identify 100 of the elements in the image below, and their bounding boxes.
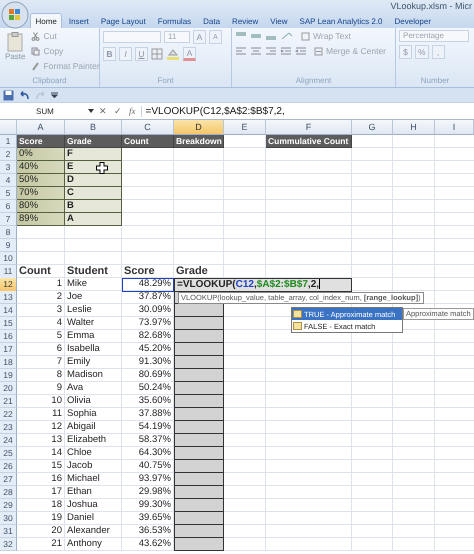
- row-header[interactable]: 10: [0, 252, 17, 265]
- row-header[interactable]: 32: [0, 538, 17, 551]
- ribbon-tab[interactable]: View: [264, 13, 293, 28]
- row-header[interactable]: 30: [0, 512, 17, 525]
- row-header[interactable]: 14: [0, 304, 17, 317]
- row-header[interactable]: 20: [0, 382, 17, 395]
- table-cell-text: 15: [50, 460, 63, 473]
- column-header[interactable]: G: [352, 120, 393, 135]
- row-header[interactable]: 29: [0, 499, 17, 512]
- table-cell: B: [65, 200, 122, 213]
- align-icon[interactable]: [250, 46, 262, 56]
- row-header[interactable]: 21: [0, 395, 17, 408]
- align-icon[interactable]: [265, 46, 277, 56]
- cancel-button[interactable]: ✕: [97, 106, 109, 116]
- formula-cell[interactable]: =VLOOKUP(C12,$A$2:$B$7,2,: [174, 278, 352, 292]
- table-cell-text: 91.30%: [138, 356, 172, 369]
- dropdown-icon[interactable]: [88, 109, 94, 113]
- column-title: Grade: [175, 265, 209, 279]
- shaded-cell: [174, 512, 224, 525]
- group-label: Alignment: [294, 76, 332, 87]
- table-cell-text: Leslie: [66, 304, 93, 317]
- column-header[interactable]: A: [17, 120, 65, 135]
- shaded-cell: [174, 460, 224, 473]
- table-cell-text: Anthony: [66, 538, 103, 551]
- office-button[interactable]: [1, 1, 29, 29]
- ribbon-tab[interactable]: Page Layout: [95, 13, 152, 28]
- row-header[interactable]: 11: [0, 265, 17, 279]
- row-header[interactable]: 15: [0, 317, 17, 330]
- row-header[interactable]: 28: [0, 486, 17, 499]
- table-cell: C: [65, 187, 122, 200]
- borders-icon[interactable]: [151, 48, 163, 60]
- column-header[interactable]: F: [266, 120, 352, 135]
- row-header[interactable]: 5: [0, 187, 17, 200]
- table-cell-text: 1: [56, 278, 63, 291]
- row-header[interactable]: 27: [0, 473, 17, 486]
- row-header[interactable]: 1: [0, 135, 17, 148]
- row-header[interactable]: 26: [0, 460, 17, 473]
- row-header[interactable]: 7: [0, 213, 17, 226]
- save-icon[interactable]: [3, 90, 14, 100]
- row-header[interactable]: 6: [0, 200, 17, 213]
- ribbon-tab[interactable]: Developer: [389, 13, 436, 28]
- row-header[interactable]: 3: [0, 161, 17, 174]
- name-box[interactable]: SUM: [0, 106, 85, 116]
- column-header[interactable]: D: [174, 120, 224, 135]
- table-cell: A: [65, 213, 122, 226]
- table-cell-text: 16: [50, 473, 63, 486]
- indent-icon[interactable]: [280, 46, 292, 56]
- enter-button[interactable]: ✓: [112, 106, 124, 116]
- shaded-cell: [174, 434, 224, 447]
- row-header[interactable]: 4: [0, 174, 17, 187]
- table-cell-text: 58.37%: [138, 434, 172, 447]
- column-header[interactable]: I: [435, 120, 474, 135]
- row-header[interactable]: 22: [0, 408, 17, 421]
- table-cell-text: 36.53%: [138, 525, 172, 538]
- ribbon-tab[interactable]: Home: [30, 13, 62, 28]
- orientation-icon[interactable]: [280, 31, 294, 41]
- table-cell: 50%: [17, 174, 65, 187]
- row-header[interactable]: 16: [0, 330, 17, 343]
- shaded-cell: [174, 473, 224, 486]
- fill-color-icon[interactable]: [166, 48, 180, 60]
- formula-field[interactable]: =VLOOKUP(C12,$A$2:$B$7,2,: [140, 106, 472, 116]
- insert-function-button[interactable]: fx: [127, 106, 138, 116]
- row-header[interactable]: 13: [0, 291, 17, 304]
- undo-icon[interactable]: [19, 90, 30, 100]
- table-cell-text: Joshua: [66, 499, 99, 512]
- column-header[interactable]: H: [393, 120, 435, 135]
- row-header[interactable]: 9: [0, 239, 17, 252]
- ribbon-tab[interactable]: SAP Lean Analytics 2.0: [294, 13, 388, 28]
- ribbon-tab[interactable]: Insert: [63, 13, 94, 28]
- shaded-cell: [174, 538, 224, 551]
- row-header[interactable]: 8: [0, 226, 17, 239]
- column-header[interactable]: E: [224, 120, 266, 135]
- align-icon[interactable]: [235, 46, 247, 56]
- row-header[interactable]: 12: [0, 278, 17, 292]
- row-header[interactable]: 18: [0, 356, 17, 369]
- row-header[interactable]: 24: [0, 434, 17, 447]
- ribbon-tab[interactable]: Data: [198, 13, 226, 28]
- ribbon-tab[interactable]: Review: [226, 13, 264, 28]
- customize-icon[interactable]: [51, 92, 58, 98]
- column-header[interactable]: B: [65, 120, 122, 135]
- indent-icon[interactable]: [295, 46, 307, 56]
- table-cell-text: 19: [50, 512, 63, 525]
- row-header[interactable]: 2: [0, 148, 17, 161]
- row-header[interactable]: 19: [0, 369, 17, 382]
- row-header[interactable]: 31: [0, 525, 17, 538]
- row-header[interactable]: 25: [0, 447, 17, 460]
- font-name-field[interactable]: [103, 31, 161, 43]
- clipboard-icon: [6, 32, 24, 52]
- select-all-button[interactable]: [0, 120, 17, 135]
- table-cell-text: 10: [50, 395, 63, 408]
- column-title: Count: [18, 265, 52, 279]
- column-title: Count: [122, 135, 174, 148]
- table-cell: 80%: [17, 200, 65, 213]
- brush-icon: [31, 62, 40, 70]
- table-cell-text: 50.24%: [138, 382, 172, 395]
- row-header[interactable]: 17: [0, 343, 17, 356]
- column-header[interactable]: C: [122, 120, 174, 135]
- table-cell-text: 43.62%: [138, 538, 172, 551]
- row-header[interactable]: 23: [0, 421, 17, 434]
- ribbon-tab[interactable]: Formulas: [152, 13, 197, 28]
